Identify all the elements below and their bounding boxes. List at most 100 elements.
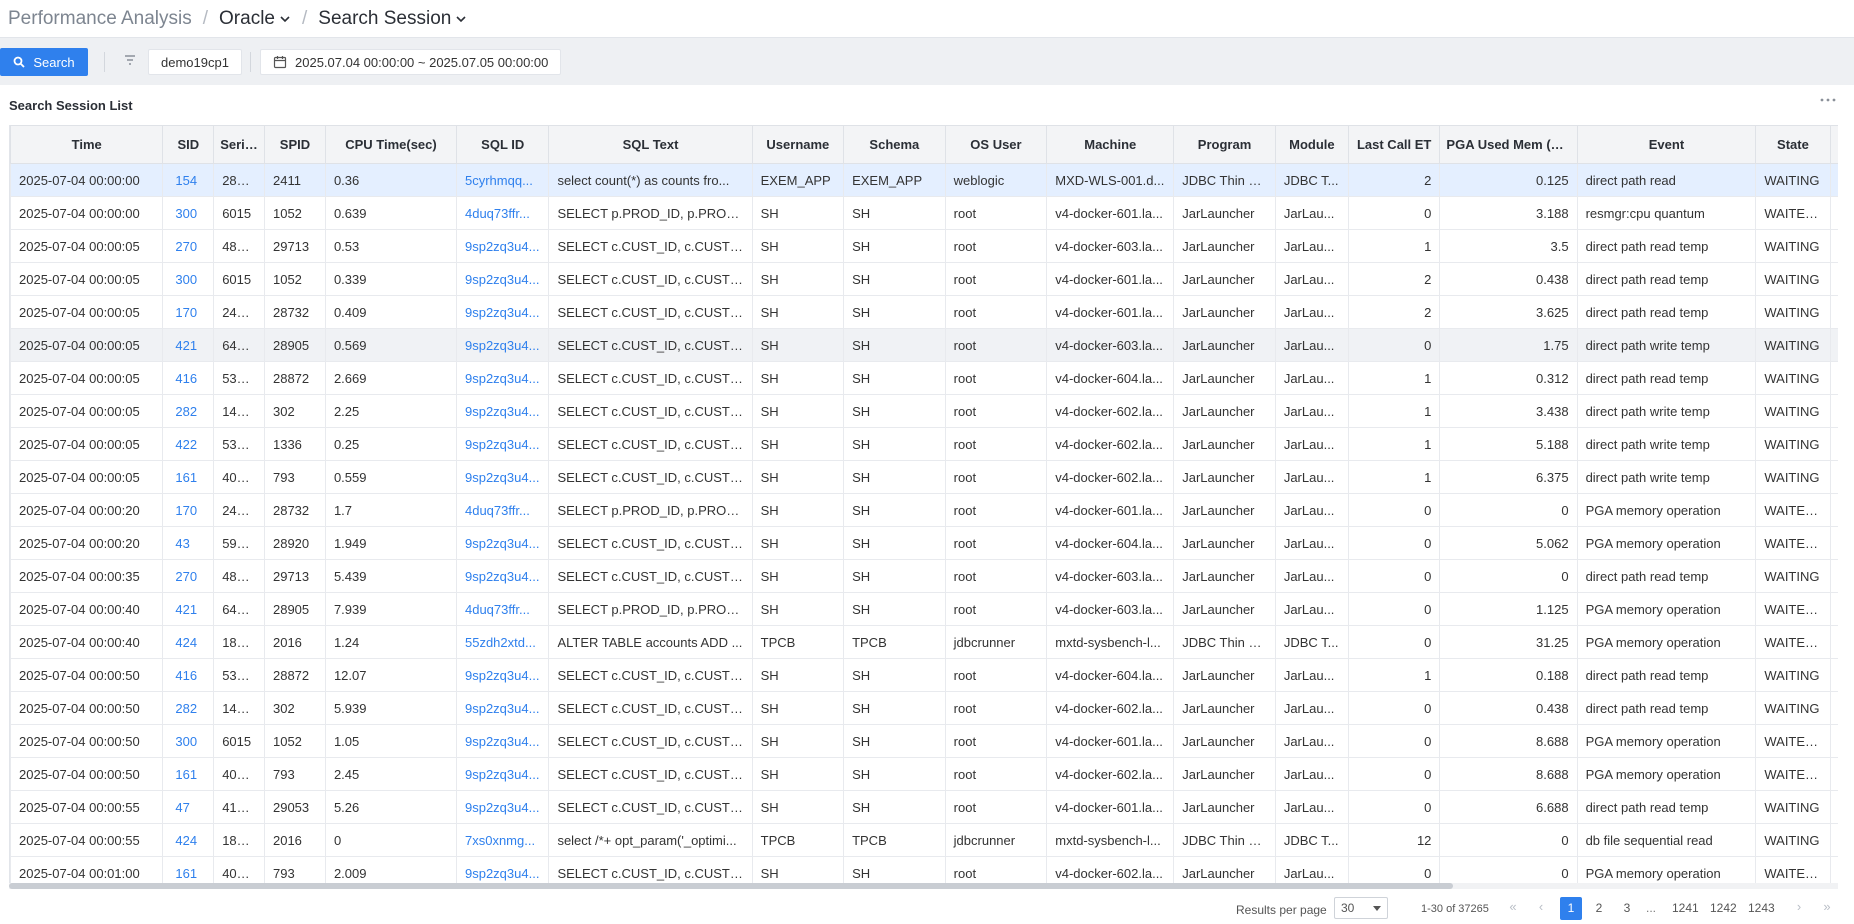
- cell-sid[interactable]: 161: [162, 856, 215, 883]
- table-row[interactable]: 2025-07-04 00:00:50 282 14337 302 5.939 9sp2z…: [10, 691, 1838, 725]
- column-header-sql-id[interactable]: SQL ID: [455, 125, 550, 164]
- cell-sid[interactable]: 422: [162, 427, 215, 461]
- cell-sid[interactable]: 154: [162, 163, 215, 197]
- column-header-event[interactable]: Event: [1576, 125, 1757, 164]
- cell-sql-id[interactable]: 7xs0xnmg...: [455, 823, 550, 857]
- cell-sql-id[interactable]: 9sp2zq3u4...: [455, 559, 550, 593]
- cell-sql-id[interactable]: 9sp2zq3u4...: [455, 328, 550, 362]
- search-button[interactable]: Search: [0, 48, 88, 76]
- cell-sid[interactable]: 300: [162, 196, 215, 230]
- cell-sql-id[interactable]: 9sp2zq3u4...: [455, 460, 550, 494]
- first-page-icon[interactable]: «: [1506, 900, 1520, 914]
- cell-sql-id[interactable]: 9sp2zq3u4...: [455, 691, 550, 725]
- column-header-spid[interactable]: SPID: [263, 125, 326, 164]
- column-header-username[interactable]: Username: [751, 125, 845, 164]
- column-header-module[interactable]: Module: [1274, 125, 1349, 164]
- results-per-page-select[interactable]: 30: [1334, 897, 1388, 919]
- next-page-icon[interactable]: ›: [1792, 900, 1806, 914]
- column-header-sql-text[interactable]: SQL Text: [548, 125, 753, 164]
- cell-sid[interactable]: 300: [162, 262, 215, 296]
- cell-sql-id[interactable]: 9sp2zq3u4...: [455, 724, 550, 758]
- cell-sql-id[interactable]: 9sp2zq3u4...: [455, 526, 550, 560]
- page-button[interactable]: 1242: [1710, 897, 1737, 920]
- page-button[interactable]: 3: [1616, 897, 1638, 920]
- cell-sid[interactable]: 424: [162, 823, 215, 857]
- column-header-time[interactable]: Time: [10, 125, 164, 164]
- table-row[interactable]: 2025-07-04 00:00:35 270 48222 29713 5.439 9sp…: [10, 559, 1838, 593]
- table-row[interactable]: 2025-07-04 00:00:50 300 6015 1052 1.05 9sp2zq…: [10, 724, 1838, 758]
- column-header-machine[interactable]: Machine: [1046, 125, 1175, 164]
- page-button[interactable]: 1241: [1672, 897, 1699, 920]
- cell-sid[interactable]: 43: [162, 526, 215, 560]
- more-icon[interactable]: [1820, 98, 1836, 102]
- prev-page-icon[interactable]: ‹: [1534, 900, 1548, 914]
- cell-sql-id[interactable]: 9sp2zq3u4...: [455, 262, 550, 296]
- table-row[interactable]: 2025-07-04 00:00:05 416 53856 28872 2.669 9sp…: [10, 361, 1838, 395]
- table-row[interactable]: 2025-07-04 00:00:40 424 18003 2016 1.24 55zdh…: [10, 625, 1838, 659]
- cell-sid[interactable]: 47: [162, 790, 215, 824]
- table-row[interactable]: 2025-07-04 00:01:00 161 40061 793 2.009 9sp2z…: [10, 856, 1838, 883]
- column-header-os-user[interactable]: OS User: [944, 125, 1048, 164]
- cell-sql-id[interactable]: 9sp2zq3u4...: [455, 856, 550, 883]
- table-row[interactable]: 2025-07-04 00:00:20 43 59613 28920 1.949 9sp2…: [10, 526, 1838, 560]
- cell-sid[interactable]: 161: [162, 757, 215, 791]
- table-row[interactable]: 2025-07-04 00:00:20 170 24260 28732 1.7 4duq7…: [10, 493, 1838, 527]
- page-button[interactable]: 2: [1588, 897, 1610, 920]
- cell-sid[interactable]: 416: [162, 361, 215, 395]
- date-range-picker[interactable]: 2025.07.04 00:00:00 ~ 2025.07.05 00:00:0…: [260, 49, 562, 75]
- column-header-state[interactable]: State: [1755, 125, 1831, 164]
- db-type-dropdown[interactable]: Oracle: [219, 8, 291, 30]
- column-header-cpu-time[interactable]: CPU Time(sec): [324, 125, 457, 164]
- cell-sid[interactable]: 270: [162, 229, 215, 263]
- column-header-serial[interactable]: Serial#: [213, 125, 265, 164]
- column-header-pga-used-mem[interactable]: PGA Used Mem (MB): [1439, 125, 1578, 164]
- table-row[interactable]: 2025-07-04 00:00:55 47 41097 29053 5.26 9sp2z…: [10, 790, 1838, 824]
- table-row[interactable]: 2025-07-04 00:00:40 421 64772 28905 7.939 4du…: [10, 592, 1838, 626]
- table-row[interactable]: 2025-07-04 00:00:00 154 28854 2411 0.36 5cyrh…: [10, 163, 1838, 197]
- cell-sql-id[interactable]: 5cyrhmqq...: [455, 163, 550, 197]
- table-row[interactable]: 2025-07-04 00:00:50 416 53856 28872 12.07 9sp…: [10, 658, 1838, 692]
- last-page-icon[interactable]: »: [1820, 900, 1834, 914]
- page-dropdown[interactable]: Search Session: [318, 8, 467, 30]
- page-button[interactable]: 1243: [1748, 897, 1775, 920]
- instance-selector[interactable]: demo19cp1: [148, 49, 242, 75]
- breadcrumb-root[interactable]: Performance Analysis: [8, 8, 192, 30]
- column-header-sid[interactable]: SID: [162, 125, 215, 164]
- cell-sid[interactable]: 270: [162, 559, 215, 593]
- cell-sql-id[interactable]: 9sp2zq3u4...: [455, 361, 550, 395]
- table-row[interactable]: 2025-07-04 00:00:05 161 40061 793 0.559 9sp2z…: [10, 460, 1838, 494]
- table-row[interactable]: 2025-07-04 00:00:05 422 53996 1336 0.25 9sp2z…: [10, 427, 1838, 461]
- cell-sid[interactable]: 282: [162, 394, 215, 428]
- cell-sql-id[interactable]: 9sp2zq3u4...: [455, 229, 550, 263]
- cell-sid[interactable]: 282: [162, 691, 215, 725]
- table-row[interactable]: 2025-07-04 00:00:05 282 14337 302 2.25 9sp2zq…: [10, 394, 1838, 428]
- table-row[interactable]: 2025-07-04 00:00:55 424 18003 2016 0 7xs0xnmg…: [10, 823, 1838, 857]
- filter-icon[interactable]: [124, 54, 136, 66]
- table-row[interactable]: 2025-07-04 00:00:05 300 6015 1052 0.339 9sp2z…: [10, 262, 1838, 296]
- cell-sid[interactable]: 421: [162, 328, 215, 362]
- cell-sql-id[interactable]: 9sp2zq3u4...: [455, 394, 550, 428]
- cell-sid[interactable]: 300: [162, 724, 215, 758]
- column-header-schema[interactable]: Schema: [843, 125, 946, 164]
- scrollbar-thumb[interactable]: [9, 883, 1453, 889]
- table-row[interactable]: 2025-07-04 00:00:00 300 6015 1052 0.639 4duq7…: [10, 196, 1838, 230]
- horizontal-scrollbar[interactable]: [9, 883, 1838, 889]
- cell-sid[interactable]: 170: [162, 493, 215, 527]
- cell-sql-id[interactable]: 9sp2zq3u4...: [455, 658, 550, 692]
- cell-sql-id[interactable]: 4duq73ffr...: [455, 493, 550, 527]
- cell-sid[interactable]: 416: [162, 658, 215, 692]
- cell-sid[interactable]: 170: [162, 295, 215, 329]
- cell-sql-id[interactable]: 55zdh2xtd...: [455, 625, 550, 659]
- cell-sid[interactable]: 161: [162, 460, 215, 494]
- table-row[interactable]: 2025-07-04 00:00:05 170 24260 28732 0.409 9sp…: [10, 295, 1838, 329]
- page-button[interactable]: 1: [1560, 897, 1582, 920]
- cell-sid[interactable]: 424: [162, 625, 215, 659]
- cell-sql-id[interactable]: 4duq73ffr...: [455, 592, 550, 626]
- column-header-program[interactable]: Program: [1173, 125, 1276, 164]
- column-header-n[interactable]: N: [1829, 125, 1838, 164]
- cell-sql-id[interactable]: 9sp2zq3u4...: [455, 790, 550, 824]
- column-header-last-call-et[interactable]: Last Call ET: [1347, 125, 1441, 164]
- cell-sql-id[interactable]: 9sp2zq3u4...: [455, 427, 550, 461]
- table-row[interactable]: 2025-07-04 00:00:05 270 48222 29713 0.53 9sp2…: [10, 229, 1838, 263]
- table-row[interactable]: 2025-07-04 00:00:50 161 40061 793 2.45 9sp2zq…: [10, 757, 1838, 791]
